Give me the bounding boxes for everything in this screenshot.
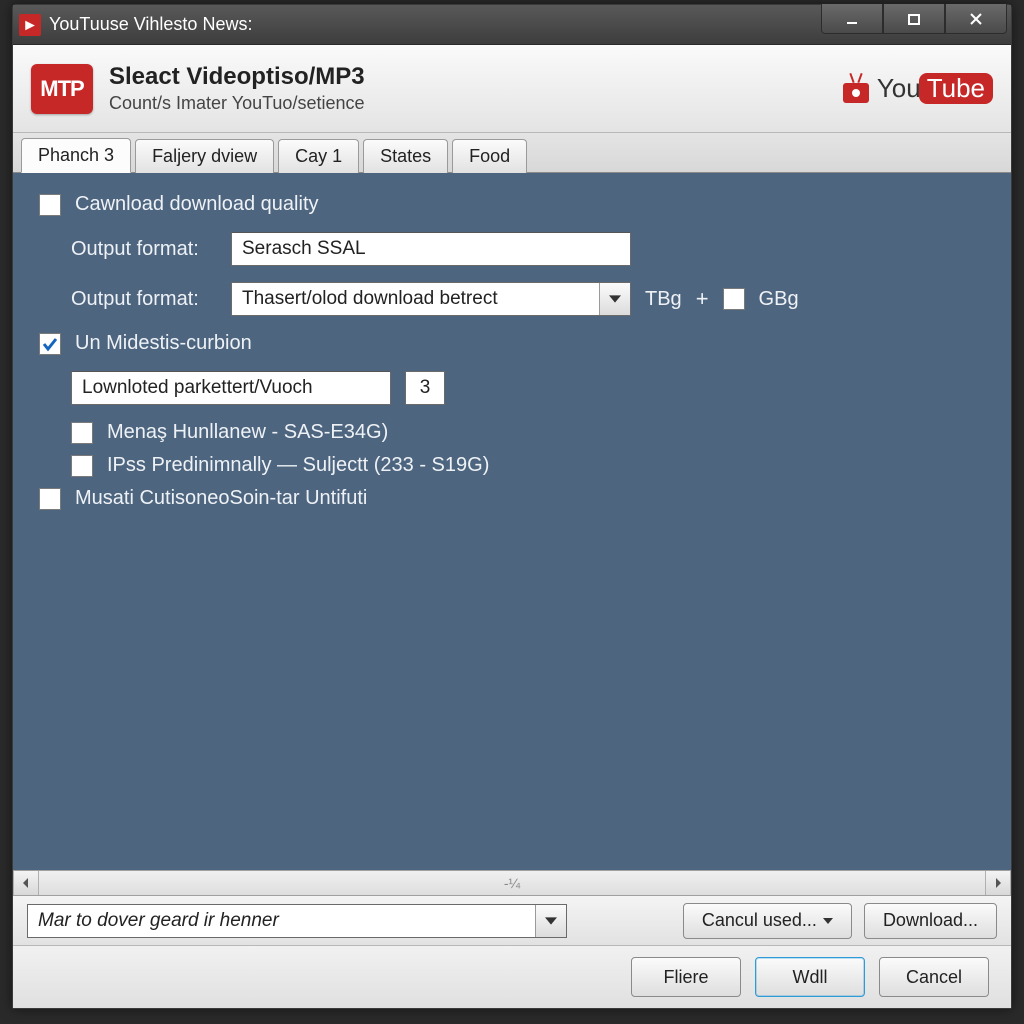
- output-format-row-2: Output format: Thasert/olod download bet…: [39, 282, 985, 316]
- chevron-down-icon: [600, 293, 630, 305]
- suboption-label: Un Midestis-curbion: [75, 332, 252, 355]
- tab-food[interactable]: Food: [452, 139, 527, 173]
- suboption-checkbox[interactable]: [39, 333, 61, 355]
- lower-strip: Mar to dover geard ir henner Cancul used…: [13, 896, 1011, 946]
- path-combo[interactable]: Mar to dover geard ir henner: [27, 904, 567, 938]
- sub-input-row: Lownloted parkettert/Vuoch 3: [39, 371, 985, 405]
- sub-number-input[interactable]: 3: [405, 371, 445, 405]
- opt1-label: Menaş Hunllanew - SAS-E34G): [107, 421, 388, 444]
- tab-cay1[interactable]: Cay 1: [278, 139, 359, 173]
- quality-row: Cawnload download quality: [39, 193, 985, 216]
- header: MTP Sleact Videoptiso/MP3 Count/s Imater…: [13, 45, 1011, 133]
- header-subtitle: Count/s Imater YouTuo/setience: [109, 93, 365, 114]
- download-button[interactable]: Download...: [864, 903, 997, 939]
- main-panel: Cawnload download quality Output format:…: [13, 173, 1011, 870]
- header-text: Sleact Videoptiso/MP3 Count/s Imater You…: [109, 63, 365, 114]
- sub-input[interactable]: Lownloted parkettert/Vuoch: [71, 371, 391, 405]
- quality-label: Cawnload download quality: [75, 193, 319, 216]
- quality-checkbox[interactable]: [39, 194, 61, 216]
- opt2-checkbox[interactable]: [71, 455, 93, 477]
- suboption-row: Un Midestis-curbion: [39, 332, 985, 355]
- opt2-row: IPss Predinimnally — Suljectt (233 - S19…: [39, 454, 985, 477]
- opt1-row: Menaş Hunllanew - SAS-E34G): [39, 421, 985, 444]
- tab-phanch3[interactable]: Phanch 3: [21, 138, 131, 173]
- tab-bar: Phanch 3 Faljery dview Cay 1 States Food: [13, 133, 1011, 173]
- tab-states[interactable]: States: [363, 139, 448, 173]
- app-window: ▶ YouTuuse Vihlesto News: MTP Sleact Vid…: [12, 4, 1012, 1009]
- opt2-label: IPss Predinimnally — Suljectt (233 - S19…: [107, 454, 489, 477]
- opt3-label: Musati CutisoneoSoin-tar Untifuti: [75, 487, 367, 510]
- youtube-tv-icon: [839, 75, 873, 103]
- output-format-label-2: Output format:: [39, 288, 217, 311]
- titlebar[interactable]: ▶ YouTuuse Vihlesto News:: [13, 5, 1011, 45]
- scroll-left-button[interactable]: [13, 871, 39, 895]
- scroll-right-button[interactable]: [985, 871, 1011, 895]
- fliere-button[interactable]: Fliere: [631, 957, 741, 997]
- app-icon: ▶: [19, 14, 41, 36]
- window-title: YouTuuse Vihlesto News:: [49, 14, 821, 35]
- opt1-checkbox[interactable]: [71, 422, 93, 444]
- footer: Fliere Wdll Cancel: [13, 946, 1011, 1008]
- header-title: Sleact Videoptiso/MP3: [109, 63, 365, 91]
- tab-faljerydview[interactable]: Faljery dview: [135, 139, 274, 173]
- wdll-button[interactable]: Wdll: [755, 957, 865, 997]
- opt3-checkbox[interactable]: [39, 488, 61, 510]
- youtube-logo: YouTube: [839, 73, 993, 104]
- maximize-button[interactable]: [883, 4, 945, 34]
- plus-icon: +: [696, 286, 709, 312]
- output-format-input[interactable]: Serasch SSAL: [231, 232, 631, 266]
- opt3-row: Musati CutisoneoSoin-tar Untifuti: [39, 487, 985, 510]
- output-format-label-1: Output format:: [39, 238, 217, 261]
- close-button[interactable]: [945, 4, 1007, 34]
- scrollbar-track[interactable]: -¼: [39, 875, 985, 891]
- output-format-row-1: Output format: Serasch SSAL: [39, 232, 985, 266]
- chevron-down-icon: [823, 910, 833, 931]
- cancel-button[interactable]: Cancel: [879, 957, 989, 997]
- app-badge-icon: MTP: [31, 64, 93, 114]
- window-controls: [821, 5, 1011, 44]
- gbg-checkbox[interactable]: [723, 288, 745, 310]
- cancel-used-button[interactable]: Cancul used...: [683, 903, 852, 939]
- minimize-button[interactable]: [821, 4, 883, 34]
- chevron-down-icon: [536, 915, 566, 927]
- horizontal-scrollbar[interactable]: -¼: [13, 870, 1011, 896]
- output-format-combo[interactable]: Thasert/olod download betrect: [231, 282, 631, 316]
- gbg-label: GBg: [759, 288, 799, 311]
- tbg-label: TBg: [645, 288, 682, 311]
